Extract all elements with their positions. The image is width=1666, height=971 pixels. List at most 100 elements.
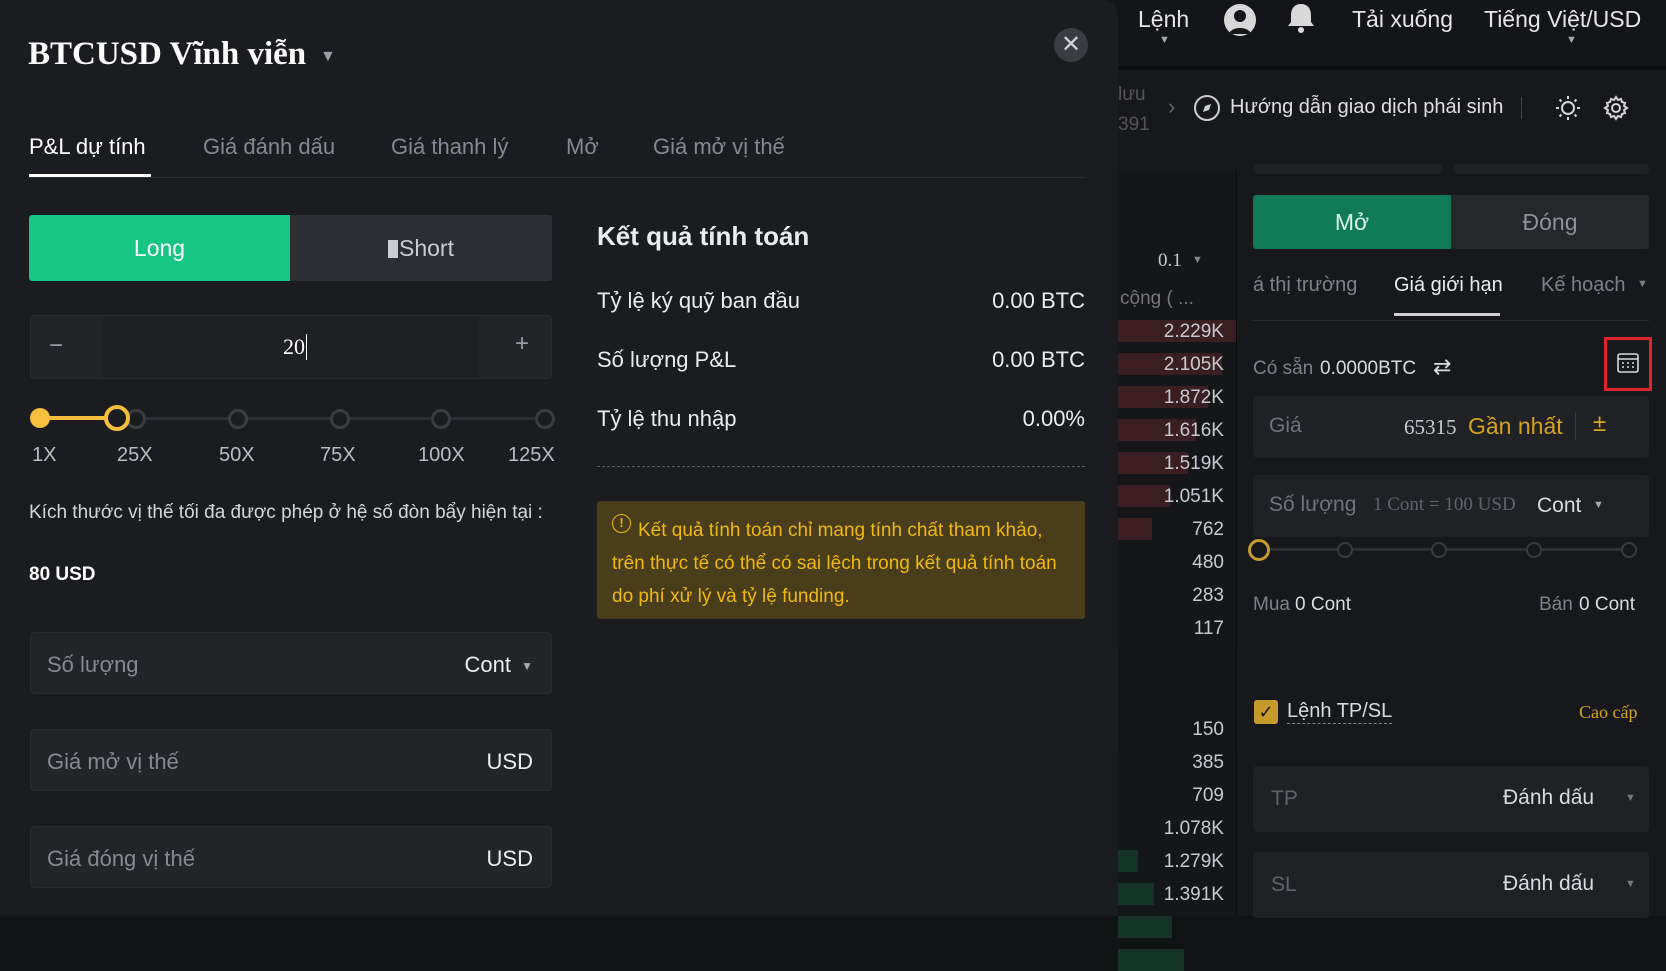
result-row: Số lượng P&L 0.00 BTC (597, 347, 1085, 372)
tpsl-label[interactable]: Lệnh TP/SL (1287, 700, 1393, 724)
bid-amount[interactable]: 385 (1192, 752, 1224, 774)
ask-amount[interactable]: 1.872K (1164, 387, 1224, 409)
quantity-input[interactable]: 1 Cont = 100 USD (1373, 494, 1533, 516)
leverage-mark[interactable]: 50X (219, 444, 255, 467)
leverage-stepper[interactable]: − 20 + (30, 315, 552, 379)
calculator-icon[interactable] (1616, 351, 1640, 380)
close-icon[interactable]: ✕ (1054, 28, 1088, 62)
available-balance: 0.0000BTC (1320, 358, 1417, 379)
precision-select[interactable]: 0.1 (1158, 250, 1182, 272)
user-avatar-icon[interactable] (1224, 4, 1256, 36)
leverage-input[interactable]: 20 (283, 334, 307, 360)
disclaimer-notice: ! Kết quả tính toán chỉ mang tính chất t… (597, 501, 1085, 619)
transfer-icon[interactable]: ⇄ (1433, 354, 1451, 380)
tp-chevron-icon: ▼ (1625, 792, 1636, 804)
max-position-value: 80 USD (29, 564, 96, 585)
results-title: Kết quả tính toán (597, 221, 810, 251)
quantity-unit-select[interactable]: Cont (465, 652, 511, 678)
buy-amount: 0 Cont (1295, 594, 1351, 615)
ask-amount[interactable]: 762 (1192, 519, 1224, 541)
open-tab[interactable]: Mở (1253, 195, 1451, 249)
market-order-tab[interactable]: á thị trường (1253, 274, 1357, 297)
bid-amount[interactable]: 1.391K (1164, 884, 1224, 906)
order-book: 0.1 ▼ cộng ( ... 2.229K 2.105K 1.872K 1.… (1118, 170, 1236, 971)
plan-chevron-icon: ▼ (1637, 278, 1648, 290)
increase-leverage-button[interactable]: + (515, 330, 529, 358)
modal-title[interactable]: BTCUSD Vĩnh viễn (28, 36, 306, 73)
pnl-calculator-modal: BTCUSD Vĩnh viễn ▼ ✕ P&L dự tính Giá đán… (0, 0, 1118, 916)
derivatives-guide-link[interactable]: Hướng dẫn giao dịch phái sinh (1230, 96, 1503, 119)
tab-entry-price[interactable]: Giá mở vị thế (653, 134, 785, 160)
ask-amount[interactable]: 1.519K (1164, 453, 1224, 475)
initial-margin-value: 0.00 BTC (992, 288, 1085, 313)
latest-price-button[interactable]: Gần nhất (1468, 413, 1563, 440)
close-tab[interactable]: Đóng (1451, 195, 1649, 249)
tp-mode-select[interactable]: Đánh dấu (1503, 786, 1594, 810)
leverage-mark[interactable]: 25X (117, 444, 153, 467)
tab-pnl[interactable]: P&L dự tính (29, 134, 146, 160)
plan-order-tab[interactable]: Kế hoạch (1541, 274, 1626, 297)
leverage-mark[interactable]: 75X (320, 444, 356, 467)
exit-price-field[interactable]: Giá đóng vị thế USD (30, 826, 552, 888)
tab-mark-price[interactable]: Giá đánh dấu (203, 134, 335, 160)
price-input[interactable]: 65315 (1404, 415, 1457, 440)
language-chevron-icon: ▼ (1566, 34, 1577, 46)
quantity-slider[interactable] (1267, 548, 1637, 551)
sub-header: lưu 391 › Hướng dẫn giao dịch phái sinh (1118, 70, 1666, 170)
advanced-link[interactable]: Cao cấp (1579, 702, 1637, 723)
nav-language[interactable]: Tiếng Việt/USD (1484, 6, 1641, 33)
slider-handle[interactable] (1248, 539, 1270, 561)
ask-amount[interactable]: 480 (1192, 552, 1224, 574)
ask-amount[interactable]: 2.105K (1164, 354, 1224, 376)
max-position-note: Kích thước vị thế tối đa được phép ở hệ … (29, 502, 543, 523)
quantity-field[interactable]: Số lượng 1 Cont = 100 USD Cont ▼ (1253, 475, 1649, 537)
tab-liquidation-price[interactable]: Giá thanh lý (391, 134, 508, 160)
bid-amount[interactable]: 1.078K (1164, 818, 1224, 840)
bid-amount[interactable]: 150 (1192, 719, 1224, 741)
short-button[interactable]: Short (290, 215, 552, 281)
trade-form: Mở Đóng á thị trường Giá giới hạn Kế hoạ… (1236, 164, 1666, 918)
sell-amount: 0 Cont (1579, 594, 1635, 615)
nav-orders[interactable]: Lệnh (1138, 6, 1189, 33)
sl-chevron-icon: ▼ (1625, 878, 1636, 890)
ask-amount[interactable]: 1.616K (1164, 420, 1224, 442)
sl-mode-select[interactable]: Đánh dấu (1503, 872, 1594, 896)
bid-amount[interactable]: 1.279K (1164, 851, 1224, 873)
result-row: Tỷ lệ ký quỹ ban đầu 0.00 BTC (597, 288, 1085, 313)
leverage-mark[interactable]: 1X (32, 444, 56, 467)
plus-minus-icon[interactable]: ± (1593, 410, 1606, 438)
leverage-mark[interactable]: 100X (418, 444, 465, 467)
top-navigation: Lệnh ▼ Tải xuống Tiếng Việt/USD ▼ (1118, 0, 1666, 66)
nav-download[interactable]: Tải xuống (1352, 6, 1453, 33)
compass-icon (1194, 95, 1220, 121)
tab-open[interactable]: Mở (566, 134, 599, 160)
long-button[interactable]: Long (29, 215, 290, 281)
precision-chevron-icon: ▼ (1192, 254, 1203, 266)
bell-icon[interactable] (1286, 2, 1316, 40)
quantity-field[interactable]: Số lượng Cont ▼ (30, 632, 552, 694)
title-chevron-icon[interactable]: ▼ (320, 48, 336, 66)
tp-field[interactable]: TP Đánh dấu ▼ (1253, 766, 1649, 832)
price-field[interactable]: Giá 65315 Gần nhất ± (1253, 396, 1649, 458)
pnl-amount-value: 0.00 BTC (992, 347, 1085, 372)
unit-chevron-icon: ▼ (1593, 499, 1604, 511)
chevron-right-icon[interactable]: › (1168, 94, 1175, 120)
ask-amount[interactable]: 1.051K (1164, 486, 1224, 508)
settings-gear-icon[interactable] (1602, 94, 1630, 127)
ask-amount[interactable]: 283 (1192, 585, 1224, 607)
leverage-dot-min (30, 408, 50, 428)
bid-amount[interactable]: 709 (1192, 785, 1224, 807)
cursor-marker (388, 240, 398, 258)
ask-amount[interactable]: 117 (1194, 618, 1224, 640)
result-row: Tỷ lệ thu nhập 0.00% (597, 406, 1085, 431)
quantity-unit-select[interactable]: Cont (1537, 494, 1581, 518)
entry-price-field[interactable]: Giá mở vị thế USD (30, 729, 552, 791)
theme-sun-icon[interactable] (1554, 94, 1582, 127)
decrease-leverage-button[interactable]: − (49, 332, 63, 360)
ask-amount[interactable]: 2.229K (1164, 321, 1224, 343)
sl-field[interactable]: SL Đánh dấu ▼ (1253, 852, 1649, 918)
limit-order-tab[interactable]: Giá giới hạn (1394, 274, 1503, 297)
leverage-mark[interactable]: 125X (508, 444, 555, 467)
tpsl-checkbox[interactable]: ✓ (1254, 700, 1278, 724)
leverage-slider-handle[interactable] (104, 405, 131, 431)
